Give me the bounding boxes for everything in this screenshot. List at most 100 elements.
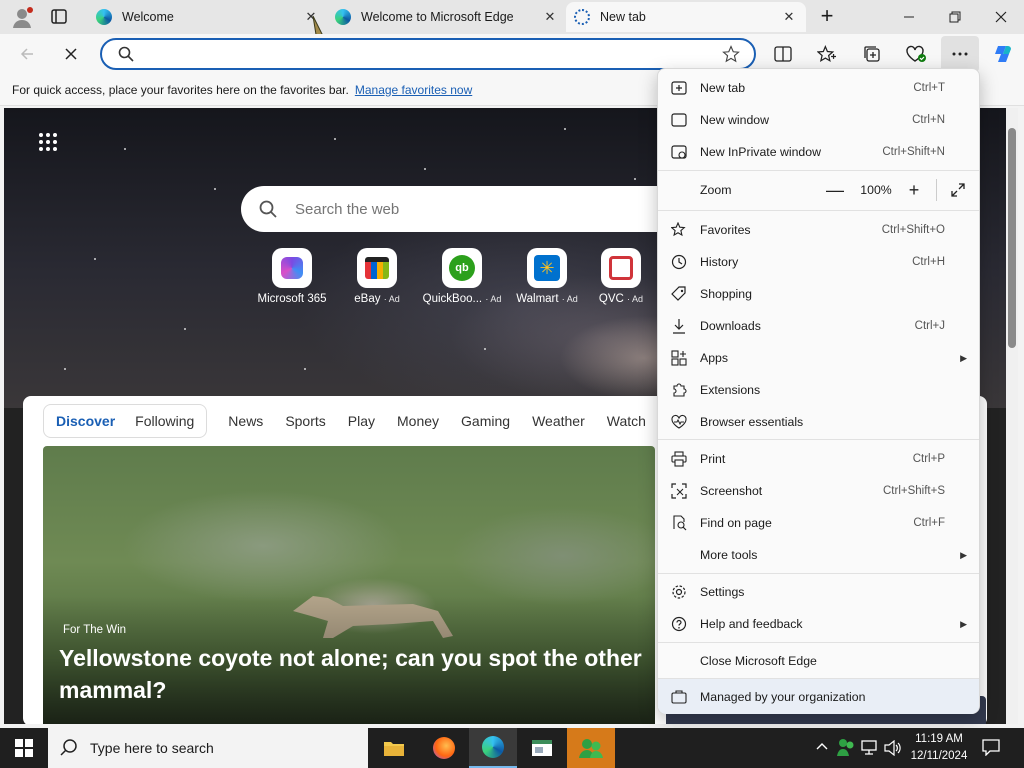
firefox-button[interactable] bbox=[420, 728, 468, 768]
menu-new-window[interactable]: New window Ctrl+N bbox=[658, 104, 979, 136]
people-icon bbox=[837, 739, 854, 756]
page-scrollbar[interactable] bbox=[1006, 108, 1018, 724]
tab-weather[interactable]: Weather bbox=[521, 413, 596, 429]
favorite-star-icon[interactable] bbox=[722, 45, 740, 63]
menu-screenshot[interactable]: Screenshot Ctrl+Shift+S bbox=[658, 475, 979, 507]
tab-sports[interactable]: Sports bbox=[274, 413, 336, 429]
apps-launcher-button[interactable] bbox=[38, 132, 58, 152]
quick-link-walmart[interactable]: ✳ Walmart · Ad bbox=[506, 248, 588, 305]
quick-link-label: Microsoft 365 bbox=[257, 293, 327, 305]
back-button[interactable] bbox=[12, 39, 42, 69]
menu-print[interactable]: Print Ctrl+P bbox=[658, 443, 979, 475]
browser-essentials-button[interactable] bbox=[901, 39, 931, 69]
story-headline[interactable]: Yellowstone coyote not alone; can you sp… bbox=[59, 642, 655, 706]
tab-money[interactable]: Money bbox=[386, 413, 450, 429]
tab-following[interactable]: Following bbox=[125, 413, 204, 429]
edge-taskbar-button[interactable] bbox=[469, 728, 517, 768]
minimize-icon bbox=[904, 16, 914, 18]
restore-button[interactable] bbox=[932, 0, 978, 34]
favorites-icon bbox=[671, 222, 686, 237]
menu-zoom: Zoom — 100% + bbox=[658, 174, 979, 206]
taskbar-search-box[interactable]: Type here to search bbox=[48, 728, 368, 768]
zoom-level: 100% bbox=[860, 183, 892, 197]
menu-settings[interactable]: Settings bbox=[658, 576, 979, 608]
search-icon bbox=[118, 46, 134, 62]
scrollbar-thumb[interactable] bbox=[1008, 128, 1016, 348]
menu-label: Help and feedback bbox=[700, 617, 803, 631]
menu-history[interactable]: History Ctrl+H bbox=[658, 246, 979, 278]
menu-shopping[interactable]: Shopping bbox=[658, 278, 979, 310]
tab-play[interactable]: Play bbox=[337, 413, 386, 429]
favorites-button[interactable] bbox=[812, 39, 842, 69]
highlighted-app-button[interactable] bbox=[567, 728, 615, 768]
menu-browser-essentials[interactable]: Browser essentials bbox=[658, 406, 979, 438]
notifications-button[interactable] bbox=[982, 738, 1000, 756]
quick-link-quickbooks[interactable]: qb QuickBoo... · Ad bbox=[421, 248, 503, 305]
tab-welcome[interactable]: Welcome ✕ bbox=[88, 2, 328, 32]
file-explorer-button[interactable] bbox=[370, 728, 418, 768]
fullscreen-button[interactable] bbox=[945, 178, 971, 202]
minimize-button[interactable] bbox=[886, 0, 932, 34]
tab-news[interactable]: News bbox=[217, 413, 274, 429]
system-clock[interactable]: 11:19 AM 12/11/2024 bbox=[906, 731, 972, 765]
show-hidden-icons-button[interactable] bbox=[816, 740, 828, 752]
taskbar-search-placeholder: Type here to search bbox=[90, 740, 214, 756]
chevron-up-icon bbox=[816, 743, 828, 750]
top-story-card[interactable]: For The Win Yellowstone coyote not alone… bbox=[43, 446, 655, 724]
tab-actions-button[interactable] bbox=[48, 8, 72, 26]
split-screen-button[interactable] bbox=[768, 39, 798, 69]
menu-extensions[interactable]: Extensions bbox=[658, 374, 979, 406]
app-window-button[interactable] bbox=[518, 728, 566, 768]
menu-favorites[interactable]: Favorites Ctrl+Shift+O bbox=[658, 214, 979, 246]
windows-taskbar: Type here to search 11:19 AM 12/11/2024 bbox=[0, 728, 1024, 768]
clock-time: 11:19 AM bbox=[915, 733, 963, 745]
profile-button[interactable] bbox=[8, 5, 36, 29]
manage-favorites-link[interactable]: Manage favorites now bbox=[355, 83, 472, 97]
network-tray-icon[interactable] bbox=[861, 740, 879, 756]
menu-label: History bbox=[700, 255, 739, 269]
quick-link-label: QuickBoo... bbox=[422, 293, 483, 305]
menu-label: New InPrivate window bbox=[700, 145, 821, 159]
menu-shortcut: Ctrl+Shift+N bbox=[882, 146, 945, 158]
menu-more-tools[interactable]: More tools ▶ bbox=[658, 539, 979, 571]
web-search-box[interactable]: Search the web bbox=[241, 186, 701, 232]
copilot-button[interactable] bbox=[988, 39, 1018, 69]
menu-apps[interactable]: Apps ▶ bbox=[658, 342, 979, 374]
settings-more-button[interactable] bbox=[941, 36, 979, 72]
menu-managed-by-org[interactable]: Managed by your organization bbox=[658, 679, 979, 714]
zoom-in-button[interactable]: + bbox=[901, 178, 927, 202]
ad-badge: · Ad bbox=[561, 294, 578, 304]
zoom-out-button[interactable]: — bbox=[822, 178, 848, 202]
menu-downloads[interactable]: Downloads Ctrl+J bbox=[658, 310, 979, 342]
new-tab-button[interactable]: + bbox=[814, 5, 840, 29]
tab-new-tab[interactable]: New tab ✕ bbox=[566, 2, 806, 32]
quick-link-microsoft365[interactable]: Microsoft 365 bbox=[251, 248, 333, 305]
menu-shortcut: Ctrl+J bbox=[914, 320, 945, 332]
menu-help-and-feedback[interactable]: Help and feedback ▶ bbox=[658, 608, 979, 640]
menu-close-edge[interactable]: Close Microsoft Edge bbox=[658, 645, 979, 677]
close-tab-icon[interactable]: ✕ bbox=[780, 8, 798, 26]
close-window-button[interactable] bbox=[978, 0, 1024, 34]
address-bar[interactable] bbox=[100, 38, 756, 70]
menu-new-tab[interactable]: New tab Ctrl+T bbox=[658, 72, 979, 104]
tab-gaming[interactable]: Gaming bbox=[450, 413, 521, 429]
collections-button[interactable] bbox=[857, 39, 887, 69]
volume-tray-icon[interactable] bbox=[884, 740, 902, 756]
split-screen-icon bbox=[774, 46, 792, 62]
menu-label: Apps bbox=[700, 351, 729, 365]
menu-label: Screenshot bbox=[700, 484, 763, 498]
menu-label: Settings bbox=[700, 585, 745, 599]
tab-welcome-edge[interactable]: Welcome to Microsoft Edge ✕ bbox=[327, 2, 567, 32]
more-dots-icon bbox=[952, 52, 968, 56]
tab-watch[interactable]: Watch bbox=[596, 413, 657, 429]
start-button[interactable] bbox=[0, 728, 48, 768]
menu-new-inprivate-window[interactable]: New InPrivate window Ctrl+Shift+N bbox=[658, 136, 979, 168]
close-tab-icon[interactable]: ✕ bbox=[541, 8, 559, 26]
menu-find-on-page[interactable]: Find on page Ctrl+F bbox=[658, 507, 979, 539]
people-tray-icon[interactable] bbox=[837, 738, 855, 756]
quick-link-label: QVC bbox=[598, 293, 624, 305]
quick-link-qvc[interactable]: QVC · Ad bbox=[591, 248, 651, 305]
quick-link-ebay[interactable]: eBay · Ad bbox=[336, 248, 418, 305]
stop-loading-button[interactable] bbox=[56, 39, 86, 69]
tab-discover[interactable]: Discover bbox=[46, 413, 125, 429]
